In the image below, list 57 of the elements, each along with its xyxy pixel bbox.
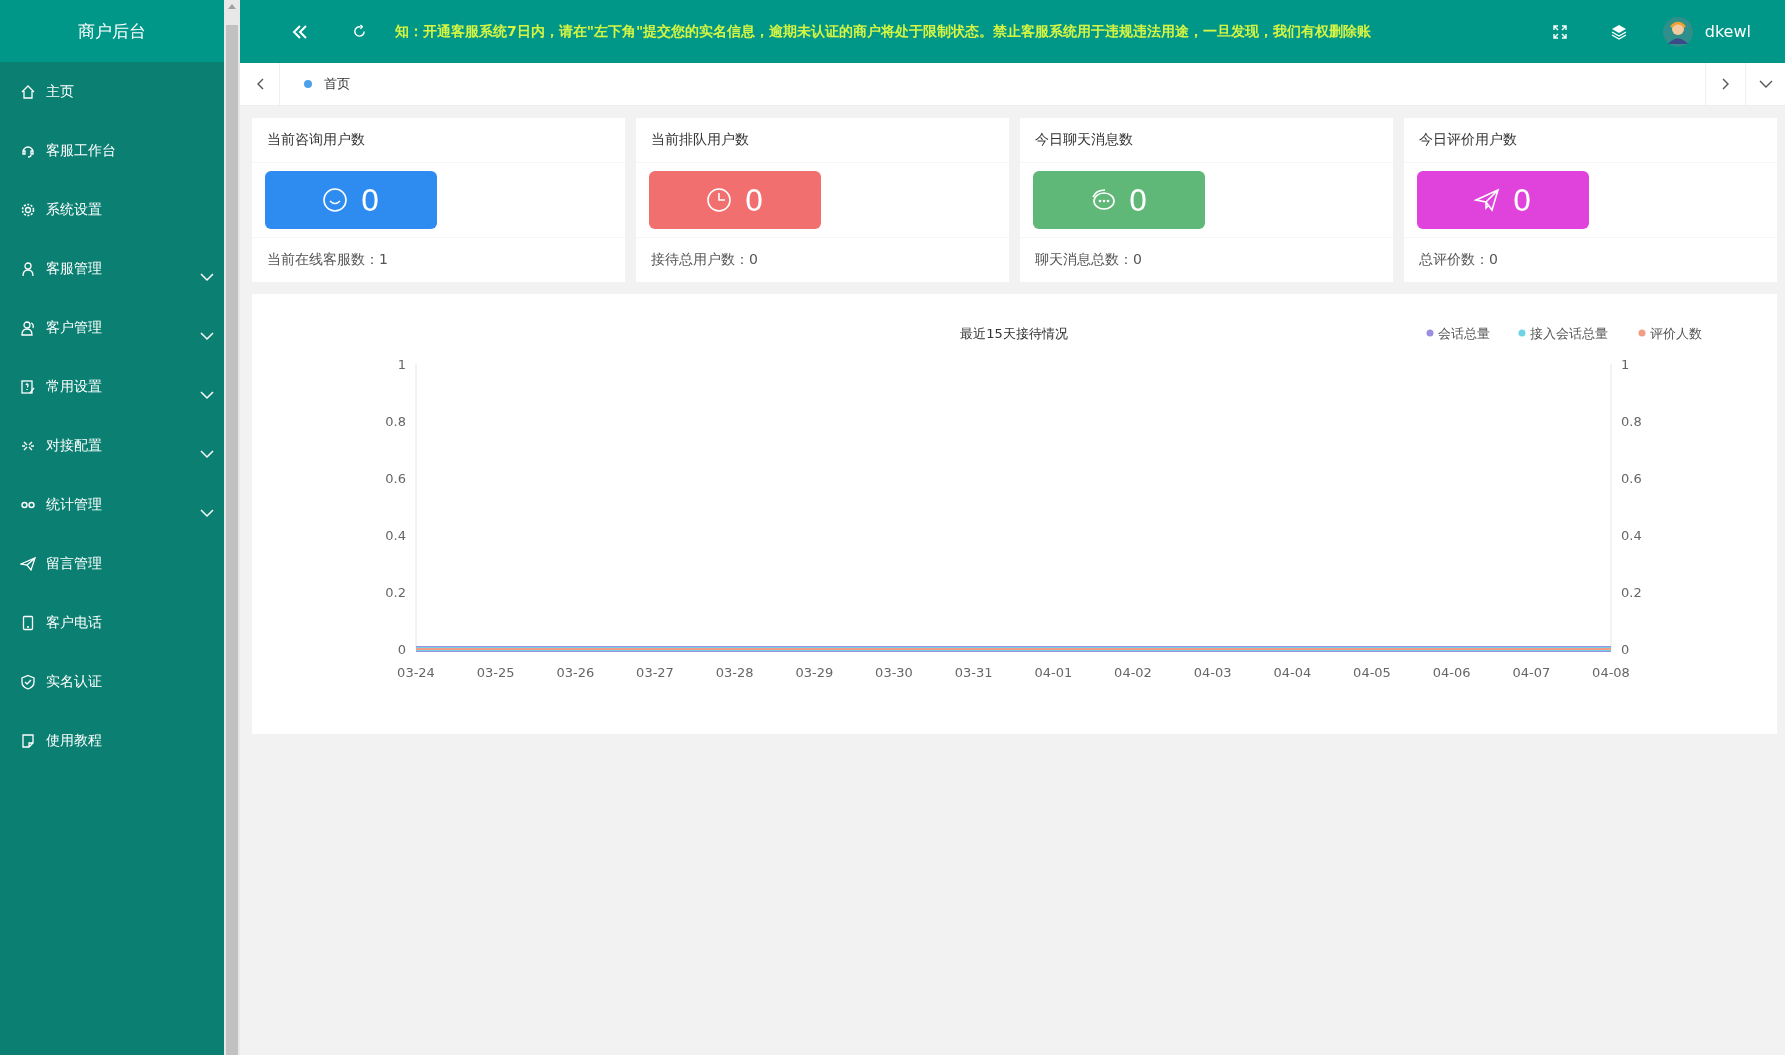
legend-label: 评价人数 [1650, 326, 1702, 341]
sidebar-item-label: 客户管理 [46, 318, 102, 337]
y-axis-label: 0.4 [385, 528, 406, 543]
stat-value: 0 [360, 182, 380, 218]
y-axis-label: 1 [397, 357, 406, 372]
card-footer-text: 接待总用户数：0 [650, 250, 759, 269]
x-axis-label: 04-05 [1353, 665, 1391, 680]
x-axis-label: 03-29 [795, 665, 834, 680]
sidebar-item-label: 主页 [46, 82, 74, 101]
y-axis-label: 0 [397, 642, 406, 657]
card-footer-text: 总评价数：0 [1418, 250, 1499, 269]
sidebar-item-label: 常用设置 [46, 377, 102, 396]
sidebar-item-label: 客户电话 [46, 613, 102, 632]
sidebar-item-label: 留言管理 [46, 554, 102, 573]
legend-label: 会话总量 [1438, 326, 1490, 341]
x-axis-label: 03-31 [954, 665, 993, 680]
card-footer-text: 聊天消息总数：0 [1034, 250, 1143, 269]
card-title: 今日评价用户数 [1404, 118, 1777, 163]
sidebar-item-label: 对接配置 [46, 436, 102, 455]
x-axis-label: 04-04 [1273, 665, 1312, 680]
card-title: 当前咨询用户数 [252, 118, 625, 163]
x-axis-label: 04-06 [1432, 665, 1471, 680]
x-axis-label: 03-30 [875, 665, 913, 680]
sidebar-item-label: 客服工作台 [46, 141, 116, 160]
sidebar-item-label: 客服管理 [46, 259, 102, 278]
y-axis-label: 1 [1621, 357, 1630, 372]
stat-value: 0 [1512, 182, 1532, 218]
x-axis-label: 04-03 [1193, 665, 1232, 680]
x-axis-label: 04-02 [1114, 665, 1152, 680]
y-axis-label: 0.2 [1621, 585, 1642, 600]
stat-value: 0 [744, 182, 764, 218]
y-axis-label: 0.6 [385, 471, 406, 486]
x-axis-label: 03-26 [556, 665, 595, 680]
sidebar-item-label: 使用教程 [46, 731, 102, 750]
x-axis-label: 04-07 [1512, 665, 1551, 680]
chart-title: 最近15天接待情况 [960, 326, 1068, 341]
x-axis-label: 04-08 [1592, 665, 1630, 680]
x-axis-label: 03-25 [476, 665, 515, 680]
sidebar-item-label: 实名认证 [46, 672, 102, 691]
x-axis-label: 03-27 [636, 665, 674, 680]
sidebar-item-label: 统计管理 [46, 495, 102, 514]
y-axis-label: 0 [1621, 642, 1630, 657]
card-footer-text: 当前在线客服数：1 [266, 250, 389, 269]
y-axis-label: 0.2 [385, 585, 406, 600]
y-axis-label: 0.4 [1621, 528, 1642, 543]
app-title: 商户后台 [0, 0, 224, 62]
card-title: 当前排队用户数 [636, 118, 1009, 163]
y-axis-label: 0.8 [385, 414, 406, 429]
stat-value: 0 [1128, 182, 1148, 218]
notice-text: 知：开通客服系统7日内，请在"左下角"提交您的实名信息，逾期未认证的商户将处于限制状态。禁止客服系统用于违规违法用途，一旦发现，我们有权删除账 [394, 22, 1373, 41]
card-title: 今日聊天消息数 [1020, 118, 1393, 163]
sidebar-item-label: 系统设置 [46, 200, 102, 219]
x-axis-label: 04-01 [1034, 665, 1073, 680]
y-axis-label: 0.6 [1621, 471, 1642, 486]
x-axis-label: 03-24 [397, 665, 435, 680]
y-axis-label: 0.8 [1621, 414, 1642, 429]
x-axis-label: 03-28 [715, 665, 754, 680]
